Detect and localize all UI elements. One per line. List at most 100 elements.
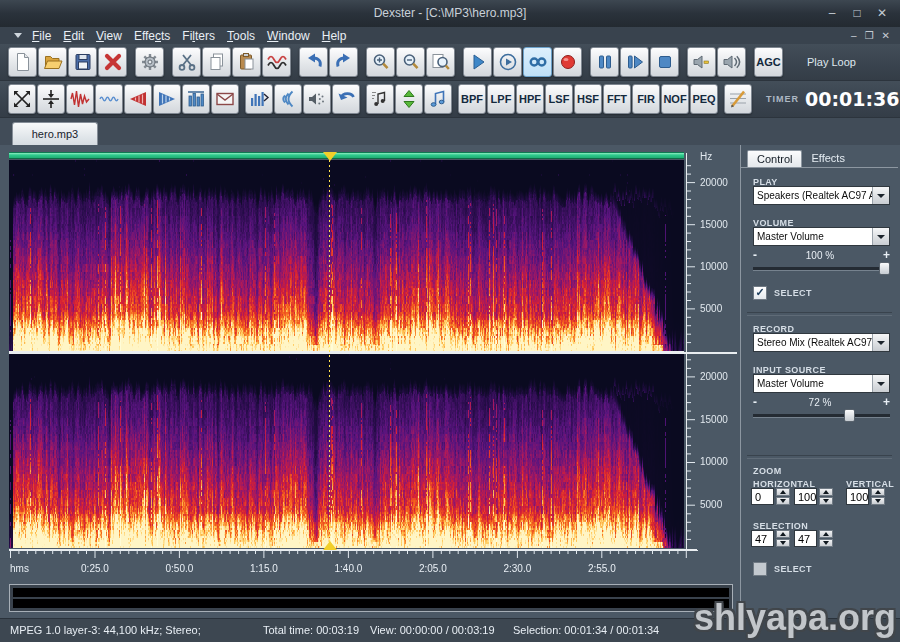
record-device-dropdown[interactable]: Stereo Mix (Realtek AC97 A bbox=[753, 333, 890, 352]
system-menu-icon[interactable] bbox=[14, 33, 22, 38]
window-maximize-button[interactable]: □ bbox=[847, 6, 867, 21]
play-pause-button[interactable] bbox=[620, 47, 649, 77]
cursor-marker-bottom[interactable] bbox=[323, 541, 337, 550]
redo-button[interactable] bbox=[329, 47, 358, 77]
spin-down-icon[interactable] bbox=[776, 497, 790, 505]
input-plus[interactable]: + bbox=[883, 397, 890, 408]
play-all-button[interactable] bbox=[493, 47, 522, 77]
spin-up-icon[interactable] bbox=[871, 488, 885, 496]
tab-effects[interactable]: Effects bbox=[802, 150, 853, 168]
cursor-marker-top[interactable] bbox=[323, 152, 337, 161]
input-slider[interactable] bbox=[753, 409, 890, 422]
menu-effects[interactable]: Effects bbox=[134, 29, 179, 43]
filter-fft-button[interactable]: FFT bbox=[603, 84, 631, 114]
undo-button[interactable] bbox=[299, 47, 328, 77]
spin-up-icon[interactable] bbox=[819, 530, 833, 538]
dynamics-button[interactable] bbox=[245, 84, 273, 114]
document-restore-button[interactable]: ❐ bbox=[865, 28, 874, 43]
document-minimize-button[interactable]: – bbox=[851, 28, 857, 43]
spectrogram-view[interactable] bbox=[9, 160, 684, 548]
spin-down-icon[interactable] bbox=[871, 497, 885, 505]
spin-up-icon[interactable] bbox=[776, 488, 790, 496]
playhead-cursor[interactable] bbox=[329, 160, 330, 548]
zoom-in-button[interactable] bbox=[366, 47, 395, 77]
copy-button[interactable] bbox=[202, 47, 231, 77]
spin-down-icon[interactable] bbox=[819, 539, 833, 547]
reverse-button[interactable] bbox=[332, 84, 360, 114]
resample-button[interactable] bbox=[395, 84, 423, 114]
window-close-button[interactable]: ✕ bbox=[872, 6, 892, 21]
tab-control[interactable]: Control bbox=[747, 150, 802, 168]
open-file-button[interactable] bbox=[38, 47, 67, 77]
mix-button[interactable] bbox=[262, 47, 291, 77]
filter-bpf-button[interactable]: BPF bbox=[458, 84, 486, 114]
save-file-button[interactable] bbox=[68, 47, 97, 77]
agc-button[interactable]: AGC bbox=[754, 47, 783, 77]
attenuate-button[interactable] bbox=[95, 84, 123, 114]
window-minimize-button[interactable]: – bbox=[822, 6, 842, 21]
volume-dropdown[interactable]: Master Volume bbox=[753, 227, 890, 246]
settings-gear-button[interactable] bbox=[135, 47, 164, 77]
input-minus[interactable]: - bbox=[753, 397, 757, 408]
filter-peq-button[interactable]: PEQ bbox=[690, 84, 718, 114]
selection-start-spinner[interactable]: 47 bbox=[751, 530, 790, 547]
volume-plus[interactable]: + bbox=[883, 250, 890, 261]
zoom-h-end-spinner[interactable]: 100 bbox=[794, 488, 833, 505]
dropdown-arrow-icon[interactable] bbox=[872, 375, 889, 392]
fade-out-button[interactable] bbox=[153, 84, 181, 114]
menu-filters[interactable]: Filters bbox=[182, 29, 224, 43]
stretch-button[interactable] bbox=[8, 84, 36, 114]
spin-up-icon[interactable] bbox=[776, 530, 790, 538]
stop-button[interactable] bbox=[650, 47, 679, 77]
play-select-checkbox[interactable]: ✓ bbox=[753, 286, 767, 300]
volume-minus[interactable]: - bbox=[753, 250, 757, 261]
convert-button[interactable] bbox=[366, 84, 394, 114]
zoom-v-spinner[interactable]: 100 bbox=[846, 488, 885, 505]
selection-range-bar[interactable] bbox=[9, 152, 684, 159]
spin-down-icon[interactable] bbox=[776, 539, 790, 547]
fade-in-button[interactable] bbox=[124, 84, 152, 114]
zoom-out-button[interactable] bbox=[396, 47, 425, 77]
insert-audio-button[interactable] bbox=[424, 84, 452, 114]
volume-down-button[interactable] bbox=[687, 47, 716, 77]
record-button[interactable] bbox=[553, 47, 582, 77]
input-source-dropdown[interactable]: Master Volume bbox=[753, 374, 890, 393]
menu-view[interactable]: View bbox=[96, 29, 131, 43]
volume-slider-thumb[interactable] bbox=[879, 262, 890, 275]
filter-lpf-button[interactable]: LPF bbox=[487, 84, 515, 114]
zoom-selection-button[interactable] bbox=[426, 47, 455, 77]
menu-window[interactable]: Window bbox=[267, 29, 319, 43]
filter-hsf-button[interactable]: HSF bbox=[574, 84, 602, 114]
paste-button[interactable] bbox=[232, 47, 261, 77]
zoom-select-checkbox[interactable] bbox=[753, 562, 767, 576]
noise-reduction-button[interactable] bbox=[303, 84, 331, 114]
cut-button[interactable] bbox=[172, 47, 201, 77]
pause-button[interactable] bbox=[590, 47, 619, 77]
volume-slider[interactable] bbox=[753, 262, 890, 275]
document-tab[interactable]: hero.mp3 bbox=[12, 122, 98, 146]
dropdown-arrow-icon[interactable] bbox=[872, 334, 889, 351]
volume-up-button[interactable] bbox=[717, 47, 746, 77]
normalize-button[interactable] bbox=[182, 84, 210, 114]
center-button[interactable] bbox=[37, 84, 65, 114]
document-close-button[interactable]: ✕ bbox=[882, 28, 890, 43]
filter-fir-button[interactable]: FIR bbox=[632, 84, 660, 114]
play-device-dropdown[interactable]: Speakers (Realtek AC97 Au bbox=[753, 186, 890, 205]
envelope-button[interactable] bbox=[211, 84, 239, 114]
waveform-overview[interactable] bbox=[9, 584, 733, 612]
new-file-button[interactable] bbox=[8, 47, 37, 77]
echo-button[interactable] bbox=[274, 84, 302, 114]
menu-edit[interactable]: Edit bbox=[63, 29, 93, 43]
loop-button[interactable] bbox=[523, 47, 552, 77]
dropdown-arrow-icon[interactable] bbox=[872, 187, 889, 204]
dropdown-arrow-icon[interactable] bbox=[872, 228, 889, 245]
menu-tools[interactable]: Tools bbox=[227, 29, 264, 43]
menu-file[interactable]: File bbox=[32, 29, 60, 43]
spin-down-icon[interactable] bbox=[819, 497, 833, 505]
play-button[interactable] bbox=[463, 47, 492, 77]
input-slider-thumb[interactable] bbox=[844, 409, 855, 422]
spin-up-icon[interactable] bbox=[819, 488, 833, 496]
selection-end-spinner[interactable]: 47 bbox=[794, 530, 833, 547]
close-file-button[interactable] bbox=[98, 47, 127, 77]
filter-nof-button[interactable]: NOF bbox=[661, 84, 689, 114]
